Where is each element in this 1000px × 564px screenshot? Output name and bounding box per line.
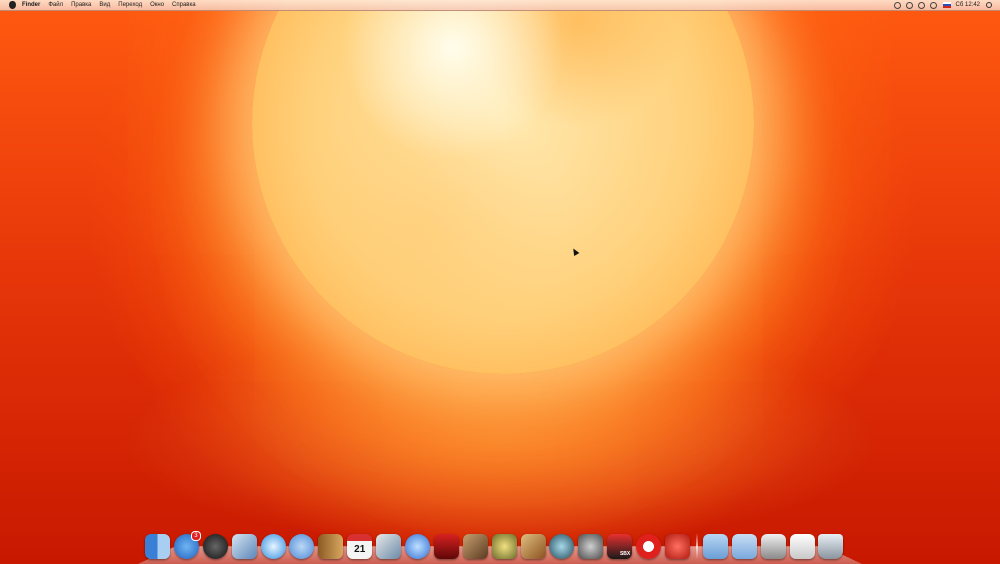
sandboxie-sbx-icon[interactable]: SBX bbox=[607, 534, 633, 559]
wifi-icon[interactable] bbox=[917, 1, 925, 9]
apple-menu-icon[interactable] bbox=[9, 1, 16, 9]
opera-icon[interactable] bbox=[636, 534, 662, 559]
safari-icon[interactable] bbox=[260, 534, 286, 559]
system-preferences-icon[interactable] bbox=[578, 534, 604, 559]
time-machine-icon[interactable] bbox=[549, 534, 575, 559]
menu-help[interactable]: Справка bbox=[172, 0, 196, 10]
document-stack-icon[interactable] bbox=[789, 534, 815, 559]
calendar-date: 21 bbox=[354, 543, 366, 555]
menu-finder[interactable]: Finder bbox=[22, 0, 40, 10]
app-store-badge: 3 bbox=[190, 531, 201, 541]
garageband-icon[interactable] bbox=[520, 534, 546, 559]
photo-booth-icon[interactable] bbox=[433, 534, 459, 559]
facetime-icon[interactable] bbox=[289, 534, 315, 559]
menu-clock[interactable]: Сб 12:42 bbox=[956, 2, 980, 8]
finder-icon[interactable] bbox=[145, 534, 170, 559]
address-book-icon[interactable] bbox=[318, 534, 344, 559]
dock: 3 21 SBX bbox=[145, 525, 847, 559]
sbx-label: SBX bbox=[619, 551, 631, 557]
menu-go[interactable]: Переход bbox=[118, 0, 142, 10]
menu-edit[interactable]: Правка bbox=[71, 0, 91, 10]
menu-file[interactable]: Файл bbox=[48, 0, 63, 10]
menu-window[interactable]: Окно bbox=[150, 0, 164, 10]
bluetooth-icon[interactable] bbox=[905, 1, 913, 9]
app-store-icon[interactable]: 3 bbox=[173, 531, 201, 559]
applications-folder-icon[interactable] bbox=[702, 534, 728, 559]
itunes-icon[interactable] bbox=[405, 534, 431, 559]
ical-icon[interactable]: 21 bbox=[347, 534, 373, 559]
menu-extras: Сб 12:42 bbox=[889, 1, 992, 9]
imovie-icon[interactable] bbox=[491, 534, 517, 559]
image-capture-icon[interactable] bbox=[462, 534, 488, 559]
dock-separator bbox=[695, 533, 698, 559]
downloads-stack-icon[interactable] bbox=[760, 534, 786, 559]
trash-icon[interactable] bbox=[818, 534, 844, 559]
volume-icon[interactable] bbox=[929, 1, 937, 9]
time-machine-status-icon[interactable] bbox=[893, 1, 901, 9]
spotlight-search-icon[interactable] bbox=[986, 2, 992, 8]
menu-bar: Finder Файл Правка Вид Переход Окно Спра… bbox=[0, 0, 1000, 11]
input-source-flag-icon[interactable] bbox=[942, 2, 951, 8]
iphoto-icon[interactable] bbox=[376, 534, 402, 559]
menu-view[interactable]: Вид bbox=[99, 0, 110, 10]
documents-folder-icon[interactable] bbox=[731, 534, 757, 559]
preview-icon[interactable] bbox=[231, 534, 257, 559]
pokerstars-icon[interactable] bbox=[665, 534, 691, 559]
dashboard-icon[interactable] bbox=[202, 534, 228, 559]
desktop-wallpaper bbox=[0, 0, 1000, 563]
